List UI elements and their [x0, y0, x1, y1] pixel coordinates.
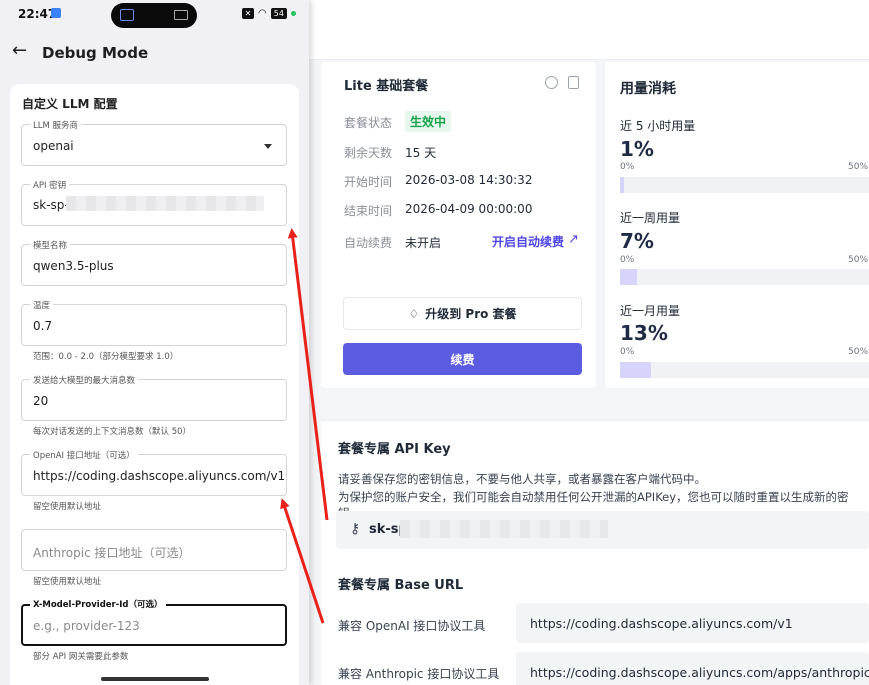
- usage-5h-fill: [620, 177, 624, 193]
- plan-start-label: 开始时间: [344, 175, 393, 189]
- temperature-value: 0.7: [33, 319, 53, 333]
- section-title: 自定义 LLM 配置: [22, 97, 118, 111]
- usage-5h-label: 近 5 小时用量: [620, 119, 696, 133]
- screenshot-root: Lite 基础套餐 套餐状态 生效中 剩余天数 15 天 开始时间 2026-0…: [0, 0, 869, 685]
- usage-5h-tick-min: 0%: [620, 162, 635, 172]
- provider-id-placeholder: e.g., provider-123: [33, 619, 140, 633]
- llm-service-value: openai: [33, 139, 74, 153]
- diamond-icon: ♢: [408, 306, 420, 321]
- usage-week-tick-min: 0%: [620, 255, 635, 265]
- usage-month-fill: [620, 362, 652, 378]
- openai-url-helper: 留空使用默认地址: [33, 502, 102, 512]
- laptop-icon: [174, 10, 188, 20]
- usage-week-percent: 7%: [620, 229, 654, 253]
- usage-month-tick-max: 50%: [848, 347, 869, 357]
- temperature-label: 温度: [30, 299, 54, 311]
- plan-auto-value: 未开启: [405, 236, 442, 250]
- mic-dot-icon: [290, 11, 296, 16]
- model-name-label: 模型名称: [30, 239, 71, 251]
- plan-days-value: 15 天: [405, 146, 437, 160]
- wifi-icon: ◠: [258, 8, 267, 19]
- anthropic-url-helper: 留空使用默认地址: [33, 577, 102, 587]
- plan-start-value: 2026-03-08 14:30:32: [405, 173, 533, 187]
- max-messages-value: 20: [33, 394, 49, 408]
- openai-url-label: 兼容 OpenAI 接口协议工具: [338, 619, 486, 633]
- max-messages-label: 发送给大模型的最大消息数: [30, 374, 139, 386]
- anthropic-url-label: 兼容 Anthropic 接口协议工具: [338, 667, 500, 681]
- usage-month-bar: [620, 362, 869, 378]
- api-key-label: API 密钥: [30, 179, 70, 191]
- usage-month-label: 近一月用量: [620, 304, 681, 318]
- api-key-input-value: sk-sp-: [33, 198, 69, 212]
- usage-5h-bar: [620, 177, 869, 193]
- back-arrow-icon[interactable]: ←: [12, 40, 27, 61]
- arrow-up-right-icon[interactable]: ↗: [568, 232, 579, 247]
- plan-days-label: 剩余天数: [344, 146, 393, 160]
- temperature-field[interactable]: [21, 304, 287, 346]
- usage-month-percent: 13%: [620, 321, 668, 345]
- llm-service-label: LLM 服务商: [30, 119, 82, 131]
- provider-id-helper: 部分 API 网关需要此参数: [33, 652, 129, 662]
- plan-auto-label: 自动续费: [344, 236, 393, 250]
- anthropic-url-placeholder: Anthropic 接口地址（可选）: [33, 546, 191, 560]
- plan-title: Lite 基础套餐: [344, 79, 429, 94]
- settings-icon[interactable]: [545, 76, 558, 89]
- enable-auto-renew-link[interactable]: 开启自动续费: [492, 233, 564, 250]
- plan-end-value: 2026-04-09 00:00:00: [405, 202, 533, 216]
- close-box-icon: ✕: [242, 8, 254, 19]
- key-icon: ⚷: [350, 521, 361, 537]
- document-icon[interactable]: [568, 76, 579, 89]
- openai-url-value: https://coding.dashscope.aliyuncs.com/v1: [530, 616, 793, 631]
- page-title: Debug Mode: [42, 44, 149, 62]
- battery-icon: 54: [270, 8, 287, 19]
- usage-title: 用量消耗: [620, 81, 676, 97]
- api-key-section: [321, 420, 869, 685]
- renew-button[interactable]: 续费: [343, 343, 582, 375]
- base-url-title: 套餐专属 Base URL: [338, 578, 464, 593]
- console-header: [309, 0, 869, 60]
- window-icon: [120, 9, 134, 21]
- usage-5h-percent: 1%: [620, 137, 654, 161]
- dropdown-arrow-icon[interactable]: [264, 144, 272, 149]
- anthropic-url-value: https://coding.dashscope.aliyuncs.com/ap…: [530, 665, 869, 680]
- upgrade-pro-button[interactable]: ♢ 升级到 Pro 套餐: [343, 297, 582, 330]
- openai-url-field-value: https://coding.dashscope.aliyuncs.com/v1: [33, 469, 286, 483]
- api-key-input-redaction: [66, 196, 264, 211]
- usage-week-fill: [620, 269, 637, 285]
- usage-week-tick-max: 50%: [848, 255, 869, 265]
- status-badge: 生效中: [405, 111, 452, 132]
- usage-month-tick-min: 0%: [620, 347, 635, 357]
- phone-screen: 22:47 ✕ ◠ 54 ← Debug Mode 自定义 LLM 配置 LLM…: [0, 0, 309, 685]
- temperature-helper: 范围：0.0 - 2.0（部分模型要求 1.0）: [33, 352, 179, 362]
- plan-card: [321, 62, 596, 388]
- max-messages-helper: 每次对话发送的上下文消息数（默认 50）: [33, 427, 192, 437]
- api-key-title: 套餐专属 API Key: [338, 442, 451, 457]
- status-right-group: ✕ ◠ 54: [242, 8, 296, 19]
- plan-status-label: 套餐状态: [344, 116, 393, 130]
- app-notification-icon: [51, 8, 61, 18]
- api-key-desc-1: 请妥善保存您的密钥信息，不要与他人共享，或者暴露在客户端代码中。: [338, 472, 706, 486]
- usage-week-bar: [620, 269, 869, 285]
- usage-5h-tick-max: 50%: [848, 162, 869, 172]
- home-indicator: [101, 677, 209, 681]
- usage-week-label: 近一周用量: [620, 211, 681, 225]
- model-name-value: qwen3.5-plus: [33, 259, 114, 273]
- api-key-redaction: [400, 520, 608, 538]
- upgrade-pro-label: 升级到 Pro 套餐: [425, 307, 517, 321]
- openai-url-field-label: OpenAI 接口地址（可选）: [30, 449, 138, 461]
- provider-id-label: X-Model-Provider-Id（可选）: [30, 598, 166, 610]
- plan-end-label: 结束时间: [344, 204, 393, 218]
